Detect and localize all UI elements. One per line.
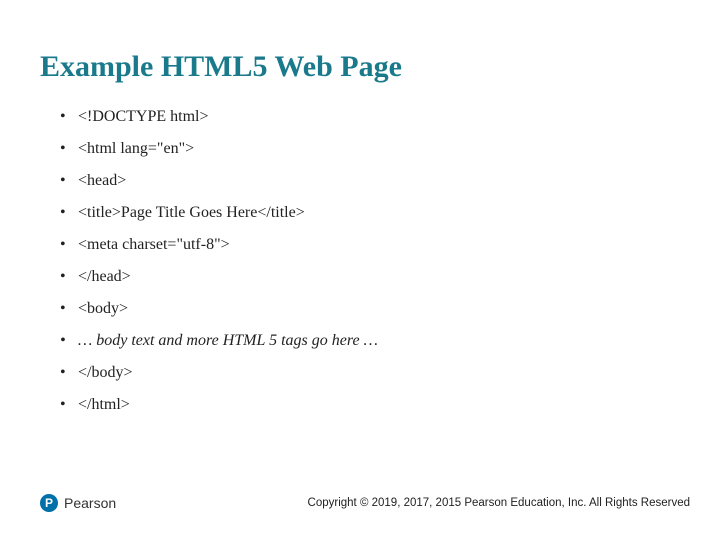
- code-line-italic: … body text and more HTML 5 tags go here…: [60, 332, 680, 350]
- code-line: </head>: [60, 268, 680, 286]
- logo: P Pearson: [40, 494, 116, 512]
- copyright-text: Copyright © 2019, 2017, 2015 Pearson Edu…: [308, 497, 690, 509]
- code-line: <!DOCTYPE html>: [60, 108, 680, 126]
- code-list: <!DOCTYPE html> <html lang="en"> <head> …: [40, 108, 680, 414]
- pearson-logo-text: Pearson: [64, 495, 116, 511]
- code-line: </html>: [60, 396, 680, 414]
- code-line: <title>Page Title Goes Here</title>: [60, 204, 680, 222]
- code-line: <head>: [60, 172, 680, 190]
- code-line: </body>: [60, 364, 680, 382]
- code-line: <html lang="en">: [60, 140, 680, 158]
- code-line: <body>: [60, 300, 680, 318]
- code-line: <meta charset="utf-8">: [60, 236, 680, 254]
- footer: P Pearson Copyright © 2019, 2017, 2015 P…: [40, 494, 690, 512]
- slide: Example HTML5 Web Page <!DOCTYPE html> <…: [0, 0, 720, 540]
- slide-title: Example HTML5 Web Page: [40, 50, 680, 84]
- pearson-logo-icon: P: [40, 494, 58, 512]
